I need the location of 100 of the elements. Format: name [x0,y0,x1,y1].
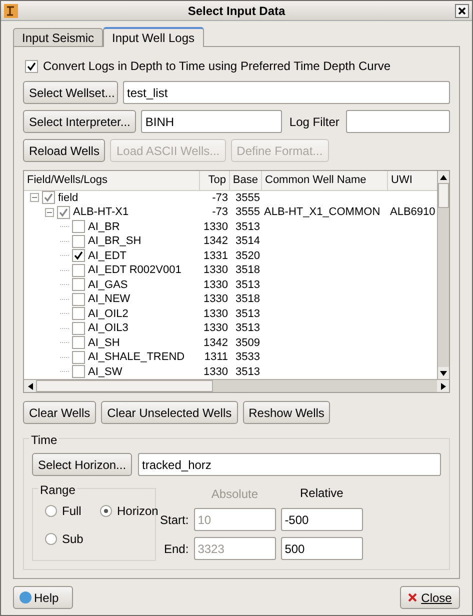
checkbox[interactable] [25,60,38,72]
column-header[interactable]: Base [230,171,262,190]
well-action-button[interactable]: Clear Wells [23,401,96,424]
checkbox-label: Convert Logs in Depth to Time using Preferred Time Depth Curve [43,58,390,75]
row-label: Start: [160,512,189,528]
table-cell: 1330 [204,278,228,290]
up-arrow-icon[interactable] [440,174,447,180]
checkbox[interactable] [72,234,85,248]
tree-item-label[interactable]: AI_BR [88,218,120,235]
checkbox[interactable] [72,336,85,350]
app-icon [4,4,18,18]
interpreter-field[interactable]: BINH [141,110,282,133]
table-cell: 1311 [204,351,228,363]
tree-item-label[interactable]: AI_EDT R002V001 [88,262,182,278]
help-icon [19,591,32,604]
relative-field[interactable]: 500 [280,537,363,560]
select-wellset-button[interactable]: Select Wellset... [23,81,118,104]
select-interpreter-button[interactable]: Select Interpreter... [23,110,136,133]
checkbox[interactable] [72,278,85,292]
tree-item-label[interactable]: AI_BR_SH [88,233,142,250]
table-cell: 3555 [236,206,260,218]
checkbox[interactable] [72,322,85,335]
radio-label: Sub [62,530,84,548]
horizontal-scrollbar[interactable] [24,379,449,392]
table-cell: 1342 [204,336,228,348]
collapse-toggle[interactable] [30,193,39,202]
well-action-button[interactable]: Clear Unselected Wells [101,401,238,424]
scrollbar-thumb[interactable] [438,183,449,208]
scrollbar-thumb[interactable] [36,380,213,392]
tab[interactable]: Input Well Logs [103,27,204,47]
checkbox[interactable] [72,365,85,378]
tree-item-label[interactable]: AI_GAS [88,276,128,293]
log-filter-label: Log Filter [288,114,340,130]
wellset-field[interactable]: test_list [123,81,450,104]
column-header[interactable]: Common Well Name [262,171,388,190]
radio-button[interactable] [100,504,112,516]
table-cell: 1330 [204,293,228,305]
table-cell: 3509 [236,336,260,348]
table-cell: 3518 [236,264,260,276]
tree-item-label[interactable]: AI_NEW [88,291,130,308]
horizon-field[interactable]: tracked_horz [138,453,441,476]
checkbox[interactable] [72,307,85,320]
table-cell: ALB6910 [390,206,436,218]
checkbox[interactable] [72,264,85,277]
well-action-button[interactable]: Reshow Wells [242,401,330,424]
radio-label: Full [62,502,82,520]
table-cell: 3518 [236,293,260,305]
tree-item-label[interactable]: AI_SW [88,364,122,379]
row-label: End: [163,540,189,558]
column-header[interactable]: Field/Wells/Logs [24,171,200,190]
table-cell: 3555 [236,192,260,204]
table-cell: 1330 [204,264,228,276]
table-cell: 1331 [204,250,228,262]
collapse-toggle[interactable] [45,208,54,217]
checkbox[interactable] [72,220,85,234]
table-cell: 3513 [236,278,260,290]
tree-item-label[interactable]: AI_SHALE_TREND [88,349,185,366]
check-icon [27,62,36,70]
radio-button[interactable] [45,504,57,516]
tree-item-label[interactable]: AI_OIL2 [88,306,128,322]
column-label: Relative [299,485,344,502]
table-cell: 1330 [204,322,228,334]
right-arrow-icon[interactable] [440,382,446,390]
tree-item-label[interactable]: field [58,190,78,206]
close-icon [408,593,418,602]
table-cell: 3513 [236,322,260,334]
left-arrow-icon[interactable] [28,382,32,390]
table-cell: 3520 [236,250,260,262]
table-cell: 3513 [236,308,260,320]
tree-item-label[interactable]: AI_SH [88,334,120,351]
check-icon [74,251,83,260]
radio-button[interactable] [45,532,57,544]
checkbox[interactable] [42,191,55,204]
log-filter-field[interactable] [346,110,450,133]
checkbox[interactable] [57,206,70,219]
table-cell: 1330 [204,366,228,378]
tree-item-label[interactable]: ALB-HT-X1 [73,204,129,220]
tree-item-label[interactable]: AI_EDT [88,248,127,264]
column-header[interactable]: Top [200,171,230,190]
table-cell: 1330 [204,220,228,232]
down-arrow-icon[interactable] [440,370,447,376]
close-icon[interactable] [455,4,469,18]
relative-field[interactable]: -500 [280,508,363,531]
checkbox[interactable] [72,249,85,262]
table-cell: -73 [212,206,228,218]
help-button[interactable]: Help [13,586,73,609]
radio-label: Horizon [117,502,158,520]
load-button[interactable]: Reload Wells [23,139,106,162]
vertical-scrollbar[interactable] [437,171,449,379]
table-cell: -73 [212,192,228,204]
table-cell: 3513 [236,366,260,378]
close-button[interactable]: Close [400,586,460,609]
select-horizon-button[interactable]: Select Horizon... [32,453,132,476]
table-cell: 3513 [236,220,260,232]
checkbox[interactable] [72,350,85,364]
tab[interactable]: Input Seismic [13,28,104,46]
tree-item-label[interactable]: AI_OIL3 [88,320,128,336]
table-cell: ALB-HT_X1_COMMON [264,206,380,218]
table-cell: 3514 [236,235,260,247]
checkbox[interactable] [72,292,85,306]
